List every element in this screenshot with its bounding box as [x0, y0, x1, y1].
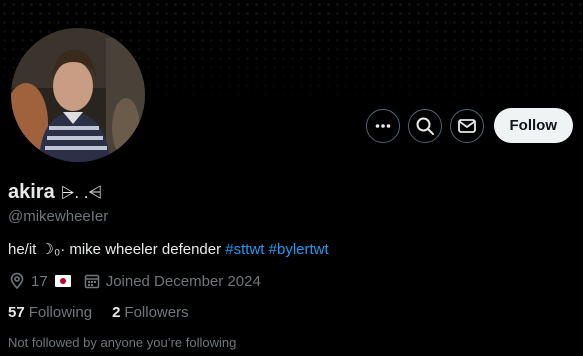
location-text: 17: [31, 272, 48, 290]
join-date: Joined December 2024: [83, 272, 261, 290]
mail-icon: [457, 118, 476, 133]
followers-count: 2: [112, 304, 121, 321]
search-button[interactable]: [407, 108, 442, 143]
location-pin-icon: [10, 272, 24, 290]
search-icon: [416, 117, 434, 135]
more-icon: [375, 123, 390, 128]
profile-meta: 17 Joined December 2024: [8, 272, 273, 290]
following-link[interactable]: 57 Following: [8, 304, 92, 321]
location: 17: [8, 272, 71, 290]
message-button[interactable]: [449, 108, 484, 143]
avatar[interactable]: [11, 28, 145, 162]
user-handle: @mikewheeIer: [8, 208, 109, 225]
name-decoration: ⩥. .⩤: [60, 182, 103, 202]
bio-text: he/it ☽₀· mike wheeler defender: [8, 241, 226, 258]
join-date-text: Joined December 2024: [105, 272, 261, 290]
japan-flag-icon: [54, 275, 71, 287]
hashtag-link[interactable]: #sttwt: [225, 241, 264, 258]
name-row: akira ⩥. .⩤: [8, 181, 102, 204]
profile-actions: Follow: [365, 108, 573, 143]
following-label: Following: [28, 304, 93, 321]
bio: he/it ☽₀· mike wheeler defender #sttwt #…: [8, 240, 329, 258]
calendar-icon: [84, 274, 99, 289]
follow-button[interactable]: Follow: [493, 108, 573, 143]
followers-link[interactable]: 2 Followers: [112, 304, 189, 321]
following-count: 57: [8, 304, 25, 321]
avatar-image: [11, 28, 145, 162]
mutual-followers-note: Not followed by anyone you’re following: [8, 335, 237, 350]
display-name: akira: [8, 181, 55, 203]
followers-label: Followers: [124, 304, 189, 321]
hashtag-link[interactable]: #bylertwt: [269, 241, 329, 258]
follow-stats: 57 Following 2 Followers: [8, 304, 209, 321]
more-button[interactable]: [365, 108, 400, 143]
